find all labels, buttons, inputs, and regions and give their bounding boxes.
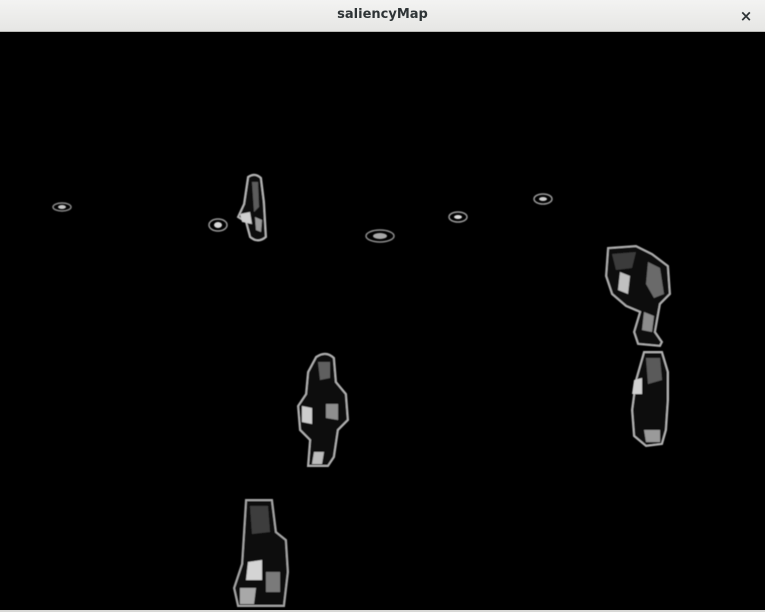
title-bar[interactable]: saliencyMap × [0,0,765,32]
saliency-map-svg [0,32,765,610]
app-window: saliencyMap × [0,0,765,612]
window-title: saliencyMap [337,7,428,22]
saliency-map-image [0,32,765,610]
close-icon[interactable]: × [735,5,757,27]
